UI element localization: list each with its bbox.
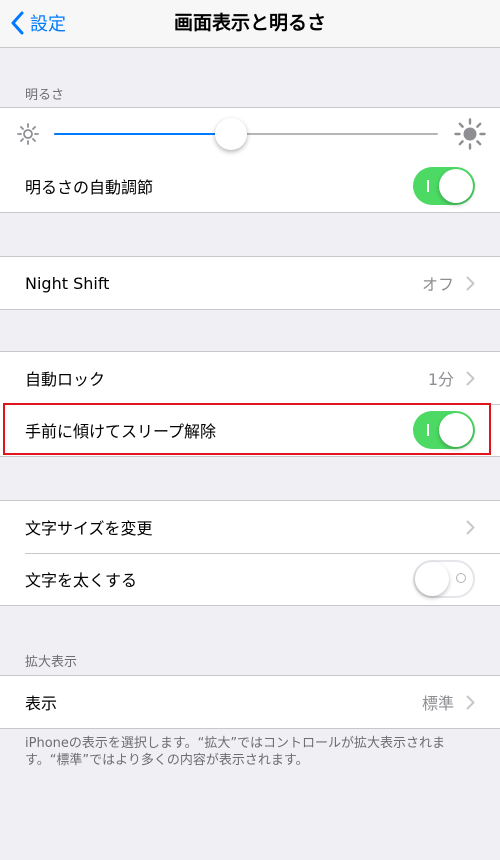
- chevron-right-icon: [466, 276, 475, 290]
- chevron-right-icon: [466, 695, 475, 709]
- toggle-knob: [439, 413, 473, 447]
- page-title: 画面表示と明るさ: [173, 12, 326, 34]
- text-size-label: 文字サイズを変更: [25, 519, 153, 538]
- auto-brightness-toggle[interactable]: [413, 167, 475, 205]
- zoom-footer-note: iPhoneの表示を選択します。“拡大”ではコントロールが拡大表示されます。“標…: [25, 736, 446, 768]
- bold-text-row: 文字を太くする: [0, 553, 500, 605]
- lock-group: 自動ロック 1分 手前に傾けてスリープ解除: [0, 351, 500, 457]
- zoom-view-label: 表示: [25, 694, 58, 713]
- text-size-row[interactable]: 文字サイズを変更: [0, 501, 500, 553]
- chevron-right-icon: [466, 520, 475, 534]
- zoom-view-value: 標準: [421, 694, 454, 713]
- text-group: 文字サイズを変更 文字を太くする: [0, 500, 500, 606]
- auto-lock-value: 1分: [427, 370, 454, 389]
- brightness-slider-thumb[interactable]: [214, 118, 247, 150]
- back-button-label: 設定: [30, 14, 66, 35]
- zoom-group: 表示 標準: [0, 675, 500, 729]
- sun-small-icon: [17, 123, 39, 145]
- toggle-on-mark: [427, 424, 429, 436]
- raise-to-wake-toggle[interactable]: [413, 411, 475, 449]
- toggle-off-mark: [456, 573, 466, 583]
- bold-text-toggle[interactable]: [413, 560, 475, 598]
- zoom-view-row[interactable]: 表示 標準: [0, 676, 500, 728]
- night-shift-group: Night Shift オフ: [0, 256, 500, 310]
- bold-text-label: 文字を太くする: [25, 571, 138, 590]
- night-shift-value: オフ: [421, 275, 454, 294]
- auto-lock-row[interactable]: 自動ロック 1分: [0, 352, 500, 404]
- night-shift-row[interactable]: Night Shift オフ: [0, 257, 500, 309]
- auto-brightness-label: 明るさの自動調節: [25, 178, 154, 197]
- navigation-bar: 設定 画面表示と明るさ: [0, 0, 500, 48]
- brightness-group: 明るさの自動調節: [0, 107, 500, 213]
- chevron-left-icon: [11, 11, 24, 35]
- zoom-section-header: 拡大表示: [25, 655, 78, 670]
- raise-to-wake-row: 手前に傾けてスリープ解除: [0, 404, 500, 456]
- auto-brightness-row: 明るさの自動調節: [0, 160, 500, 212]
- brightness-section-header: 明るさ: [25, 88, 65, 103]
- brightness-slider[interactable]: [54, 118, 438, 150]
- toggle-knob: [439, 169, 473, 203]
- toggle-knob: [415, 562, 449, 596]
- toggle-on-mark: [427, 180, 429, 192]
- brightness-slider-row: [0, 108, 500, 160]
- night-shift-label: Night Shift: [25, 273, 110, 293]
- brightness-slider-fill: [54, 133, 231, 135]
- sun-large-icon: [454, 118, 486, 150]
- raise-to-wake-label: 手前に傾けてスリープ解除: [25, 422, 217, 441]
- auto-lock-label: 自動ロック: [25, 370, 106, 389]
- chevron-right-icon: [466, 371, 475, 385]
- back-button[interactable]: 設定: [10, 8, 66, 38]
